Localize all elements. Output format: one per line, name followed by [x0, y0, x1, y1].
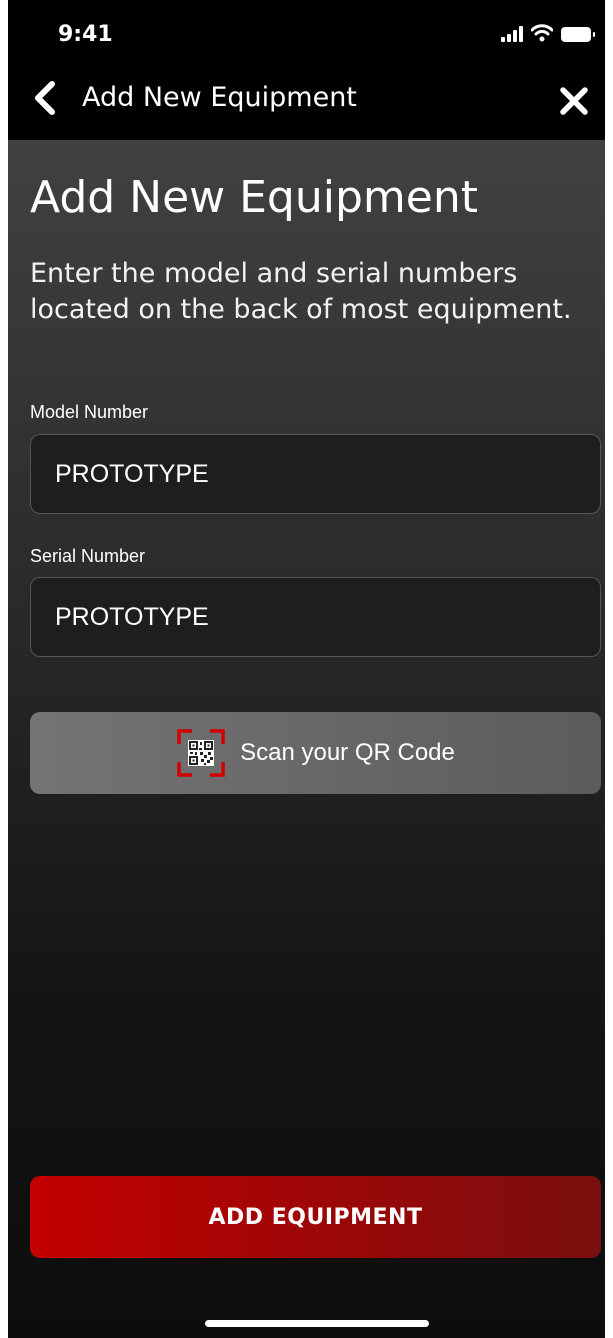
status-time: 9:41 [58, 22, 113, 47]
nav-title: Add New Equipment [82, 82, 357, 113]
scan-qr-button[interactable]: Scan your QR Code [30, 712, 601, 794]
chevron-left-icon[interactable] [28, 78, 62, 118]
status-icons [501, 22, 595, 42]
add-equipment-button[interactable]: ADD EQUIPMENT [30, 1176, 601, 1258]
qr-code-icon [177, 729, 225, 777]
model-number-label: Model Number [30, 402, 149, 422]
home-indicator [205, 1320, 429, 1327]
battery-icon [561, 27, 595, 42]
model-number-input[interactable] [30, 434, 601, 514]
app-screen: 9:41 Add New Equipment Add New Equipment… [8, 0, 605, 1338]
page-title: Add New Equipment [30, 172, 478, 223]
scan-qr-label: Scan your QR Code [240, 739, 455, 766]
page-description: Enter the model and serial numbers locat… [30, 258, 572, 325]
cellular-signal-icon [501, 26, 523, 42]
wifi-icon [531, 24, 553, 42]
serial-number-label: Serial Number [30, 546, 146, 566]
header: 9:41 Add New Equipment [8, 0, 605, 140]
serial-number-input[interactable] [30, 577, 601, 657]
close-icon[interactable] [557, 84, 591, 118]
